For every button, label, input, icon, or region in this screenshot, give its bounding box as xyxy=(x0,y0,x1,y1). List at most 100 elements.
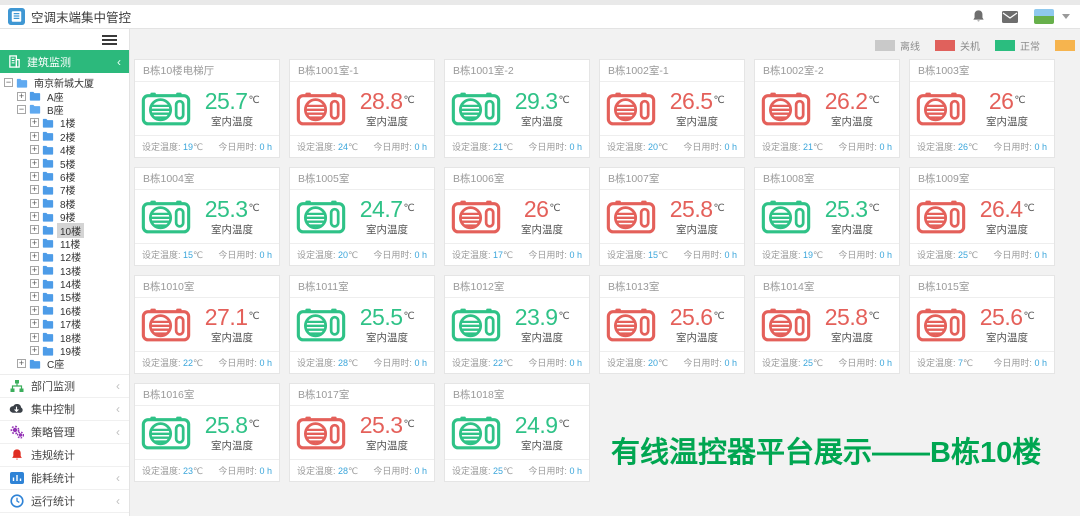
tree-item[interactable]: + A座 xyxy=(0,89,129,102)
tree-expand-toggle[interactable]: + xyxy=(30,172,39,181)
tree-expand-toggle[interactable]: + xyxy=(30,225,39,234)
room-card[interactable]: B栋1010室 27.1℃ 室内温度 设定温度: 22℃ 今日用时: 0 h xyxy=(134,275,280,374)
tree-expand-toggle[interactable]: + xyxy=(30,185,39,194)
tree-item[interactable]: − 南京新城大厦 xyxy=(0,76,129,89)
room-card[interactable]: B栋1002室-1 26.5℃ 室内温度 设定温度: 20℃ 今日用时: 0 h xyxy=(599,59,745,158)
room-card[interactable]: B栋1001室-1 28.8℃ 室内温度 设定温度: 24℃ 今日用时: 0 h xyxy=(289,59,435,158)
tree-item[interactable]: + 17楼 xyxy=(0,317,129,330)
usage-time: 今日用时: 0 h xyxy=(838,140,892,153)
tree-item[interactable]: + 6楼 xyxy=(0,170,129,183)
tree-item[interactable]: + 11楼 xyxy=(0,237,129,250)
tree-item[interactable]: + 9楼 xyxy=(0,210,129,223)
tree-item[interactable]: + 10楼 xyxy=(0,223,129,236)
room-card[interactable]: B栋1002室-2 26.2℃ 室内温度 设定温度: 21℃ 今日用时: 0 h xyxy=(754,59,900,158)
folder-icon xyxy=(42,158,54,168)
tree-expand-toggle[interactable]: + xyxy=(30,346,39,355)
folder-icon xyxy=(42,346,54,356)
room-card-footer: 设定温度: 19℃ 今日用时: 0 h xyxy=(755,243,899,264)
sidebar-menu-label: 能耗统计 xyxy=(31,470,109,486)
tree-expand-toggle[interactable]: + xyxy=(30,118,39,127)
sidebar-menu-item[interactable]: 部门监测 ‹ xyxy=(0,375,129,398)
tree-expand-toggle[interactable]: + xyxy=(30,159,39,168)
usage-unit: h xyxy=(732,142,737,152)
notifications-bell-icon[interactable] xyxy=(971,9,986,24)
usage-value: 0 xyxy=(259,142,264,152)
tree-item[interactable]: + C座 xyxy=(0,357,129,370)
tree-item[interactable]: + 15楼 xyxy=(0,290,129,303)
room-card[interactable]: B栋1008室 25.3℃ 室内温度 设定温度: 19℃ 今日用时: 0 h xyxy=(754,167,900,266)
room-name: B栋1006室 xyxy=(445,168,589,190)
room-card[interactable]: B栋1009室 26.4℃ 室内温度 设定温度: 25℃ 今日用时: 0 h xyxy=(909,167,1055,266)
temp-block: 26℃ 室内温度 xyxy=(501,196,583,237)
room-card[interactable]: B栋1012室 23.9℃ 室内温度 设定温度: 22℃ 今日用时: 0 h xyxy=(444,275,590,374)
tree-item[interactable]: + 8楼 xyxy=(0,197,129,210)
room-card[interactable]: B栋1011室 25.5℃ 室内温度 设定温度: 28℃ 今日用时: 0 h xyxy=(289,275,435,374)
tree-expand-toggle[interactable]: + xyxy=(30,132,39,141)
sidebar-menu-item[interactable]: 运行统计 ‹ xyxy=(0,490,129,513)
room-card[interactable]: B栋1006室 26℃ 室内温度 设定温度: 17℃ 今日用时: 0 h xyxy=(444,167,590,266)
tree-expand-toggle[interactable]: + xyxy=(30,279,39,288)
room-card[interactable]: B栋1016室 25.8℃ 室内温度 设定温度: 23℃ 今日用时: 0 h xyxy=(134,383,280,482)
tree-expand-toggle[interactable]: + xyxy=(17,359,26,368)
user-avatar[interactable] xyxy=(1034,9,1054,24)
sidebar-menu-item[interactable]: 集中控制 ‹ xyxy=(0,398,129,421)
room-card[interactable]: B栋1003室 26℃ 室内温度 设定温度: 26℃ 今日用时: 0 h xyxy=(909,59,1055,158)
room-card[interactable]: B栋1013室 25.6℃ 室内温度 设定温度: 20℃ 今日用时: 0 h xyxy=(599,275,745,374)
room-card[interactable]: B栋1004室 25.3℃ 室内温度 设定温度: 15℃ 今日用时: 0 h xyxy=(134,167,280,266)
tree-expand-toggle[interactable]: + xyxy=(17,92,26,101)
room-card[interactable]: B栋10楼电梯厅 25.7℃ 室内温度 设定温度: 19℃ 今日用时: 0 h xyxy=(134,59,280,158)
room-card[interactable]: B栋1015室 25.6℃ 室内温度 设定温度: 7℃ 今日用时: 0 h xyxy=(909,275,1055,374)
room-card-footer: 设定温度: 28℃ 今日用时: 0 h xyxy=(290,351,434,372)
tree-expand-toggle[interactable]: + xyxy=(30,199,39,208)
sidebar-item-building-monitor[interactable]: 建筑监测 ‹ xyxy=(0,50,129,73)
tree-expand-toggle[interactable]: + xyxy=(30,333,39,342)
usage-time: 今日用时: 0 h xyxy=(993,356,1047,369)
tree-expand-toggle[interactable]: − xyxy=(17,105,26,114)
sidebar-menu-item[interactable]: 基础管理 ‹ xyxy=(0,513,129,516)
tree-item[interactable]: + 2楼 xyxy=(0,130,129,143)
sidebar-menu-item[interactable]: 违规统计 ‹ xyxy=(0,444,129,467)
tree-item[interactable]: + 19楼 xyxy=(0,344,129,357)
tree-expand-toggle[interactable]: + xyxy=(30,319,39,328)
room-card-footer: 设定温度: 25℃ 今日用时: 0 h xyxy=(445,459,589,480)
room-card-footer: 设定温度: 20℃ 今日用时: 0 h xyxy=(290,243,434,264)
room-card[interactable]: B栋1005室 24.7℃ 室内温度 设定温度: 20℃ 今日用时: 0 h xyxy=(289,167,435,266)
alarm-bell-icon xyxy=(9,448,24,462)
tree-expand-toggle[interactable]: − xyxy=(4,78,13,87)
sidebar-menu-item[interactable]: 策略管理 ‹ xyxy=(0,421,129,444)
room-card[interactable]: B栋1017室 25.3℃ 室内温度 设定温度: 28℃ 今日用时: 0 h xyxy=(289,383,435,482)
room-card[interactable]: B栋1018室 24.9℃ 室内温度 设定温度: 25℃ 今日用时: 0 h xyxy=(444,383,590,482)
set-temp-value: 28 xyxy=(338,466,348,476)
tree-item[interactable]: + 5楼 xyxy=(0,156,129,169)
sidebar-menu-item[interactable]: 能耗统计 ‹ xyxy=(0,467,129,490)
folder-icon xyxy=(42,131,54,141)
tree-expand-toggle[interactable]: + xyxy=(30,212,39,221)
tree-expand-toggle[interactable]: + xyxy=(30,252,39,261)
tree-item[interactable]: + 7楼 xyxy=(0,183,129,196)
room-card-body: 26℃ 室内温度 xyxy=(910,82,1054,135)
tree-expand-toggle[interactable]: + xyxy=(30,239,39,248)
tree-item[interactable]: − B座 xyxy=(0,103,129,116)
tree-expand-toggle[interactable]: + xyxy=(30,306,39,315)
room-card[interactable]: B栋1007室 25.8℃ 室内温度 设定温度: 15℃ 今日用时: 0 h xyxy=(599,167,745,266)
ac-unit-icon xyxy=(761,90,811,128)
tree-expand-toggle[interactable]: + xyxy=(30,292,39,301)
tree-item[interactable]: + 18楼 xyxy=(0,330,129,343)
tree-item[interactable]: + 13楼 xyxy=(0,263,129,276)
tree-item[interactable]: + 16楼 xyxy=(0,304,129,317)
tree-item[interactable]: + 4楼 xyxy=(0,143,129,156)
messages-envelope-icon[interactable] xyxy=(1002,11,1018,23)
indoor-temp-label: 室内温度 xyxy=(346,222,428,237)
user-menu-chevron-down-icon[interactable] xyxy=(1062,14,1070,19)
tree-expand-toggle[interactable]: + xyxy=(30,266,39,275)
sidebar-collapse-hamburger-icon[interactable] xyxy=(102,35,117,45)
room-card[interactable]: B栋1014室 25.8℃ 室内温度 设定温度: 25℃ 今日用时: 0 h xyxy=(754,275,900,374)
tree-item[interactable]: + 14楼 xyxy=(0,277,129,290)
room-card[interactable]: B栋1001室-2 29.3℃ 室内温度 设定温度: 21℃ 今日用时: 0 h xyxy=(444,59,590,158)
set-temp-label: 设定温度: xyxy=(452,466,491,476)
indoor-temp-value: 25.7 xyxy=(205,88,248,114)
tree-item[interactable]: + 12楼 xyxy=(0,250,129,263)
room-card-body: 26.4℃ 室内温度 xyxy=(910,190,1054,243)
tree-expand-toggle[interactable]: + xyxy=(30,145,39,154)
tree-item[interactable]: + 1楼 xyxy=(0,116,129,129)
